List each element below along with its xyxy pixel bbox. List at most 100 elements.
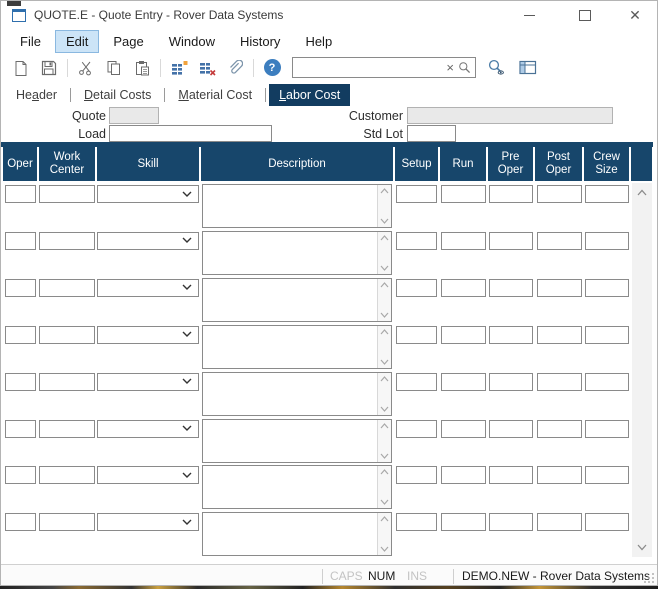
crew-size-input[interactable] <box>585 373 629 391</box>
skill-select[interactable] <box>97 326 199 344</box>
resize-grip[interactable] <box>642 571 655 584</box>
description-scrollbar[interactable] <box>377 232 391 274</box>
crew-size-input[interactable] <box>585 420 629 438</box>
description-textarea[interactable] <box>202 372 392 416</box>
skill-select[interactable] <box>97 232 199 250</box>
description-scrollbar[interactable] <box>377 326 391 368</box>
vertical-scrollbar[interactable] <box>632 183 652 557</box>
pre-oper-input[interactable] <box>489 466 533 484</box>
paste-button[interactable] <box>130 57 154 79</box>
scroll-down-icon[interactable] <box>380 406 389 412</box>
scroll-down-icon[interactable] <box>380 218 389 224</box>
oper-input[interactable] <box>5 279 36 297</box>
work-center-input[interactable] <box>39 420 95 438</box>
description-scrollbar[interactable] <box>377 279 391 321</box>
menu-file[interactable]: File <box>9 30 52 53</box>
description-textarea[interactable] <box>202 325 392 369</box>
pre-oper-input[interactable] <box>489 420 533 438</box>
setup-input[interactable] <box>396 513 437 531</box>
menu-page[interactable]: Page <box>102 30 154 53</box>
post-oper-input[interactable] <box>537 513 582 531</box>
lookup-button[interactable] <box>484 57 508 79</box>
std-lot-field[interactable] <box>407 125 456 142</box>
description-textarea[interactable] <box>202 231 392 275</box>
setup-input[interactable] <box>396 373 437 391</box>
pre-oper-input[interactable] <box>489 373 533 391</box>
scroll-up-icon[interactable] <box>380 516 389 522</box>
run-input[interactable] <box>441 232 486 250</box>
work-center-input[interactable] <box>39 326 95 344</box>
setup-input[interactable] <box>396 466 437 484</box>
oper-input[interactable] <box>5 185 36 203</box>
crew-size-input[interactable] <box>585 279 629 297</box>
scroll-up-icon[interactable] <box>380 188 389 194</box>
menu-help[interactable]: Help <box>294 30 343 53</box>
post-oper-input[interactable] <box>537 185 582 203</box>
menu-edit[interactable]: Edit <box>55 30 99 53</box>
pre-oper-input[interactable] <box>489 513 533 531</box>
oper-input[interactable] <box>5 373 36 391</box>
search-icon[interactable] <box>457 61 475 74</box>
run-input[interactable] <box>441 466 486 484</box>
menu-history[interactable]: History <box>229 30 291 53</box>
scroll-up-icon[interactable] <box>380 235 389 241</box>
setup-input[interactable] <box>396 326 437 344</box>
help-button[interactable]: ? <box>260 57 284 79</box>
scrollbar-down-icon[interactable] <box>637 544 647 551</box>
scroll-up-icon[interactable] <box>380 282 389 288</box>
run-input[interactable] <box>441 373 486 391</box>
run-input[interactable] <box>441 185 486 203</box>
run-input[interactable] <box>441 420 486 438</box>
work-center-input[interactable] <box>39 466 95 484</box>
scroll-down-icon[interactable] <box>380 265 389 271</box>
post-oper-input[interactable] <box>537 466 582 484</box>
attach-button[interactable] <box>223 57 247 79</box>
pre-oper-input[interactable] <box>489 326 533 344</box>
scroll-down-icon[interactable] <box>380 546 389 552</box>
save-button[interactable] <box>37 57 61 79</box>
crew-size-input[interactable] <box>585 513 629 531</box>
description-textarea[interactable] <box>202 512 392 556</box>
scroll-up-icon[interactable] <box>380 329 389 335</box>
post-oper-input[interactable] <box>537 420 582 438</box>
run-input[interactable] <box>441 513 486 531</box>
crew-size-input[interactable] <box>585 466 629 484</box>
work-center-input[interactable] <box>39 232 95 250</box>
description-scrollbar[interactable] <box>377 420 391 462</box>
post-oper-input[interactable] <box>537 279 582 297</box>
description-textarea[interactable] <box>202 465 392 509</box>
grid-view-button[interactable] <box>516 57 540 79</box>
setup-input[interactable] <box>396 420 437 438</box>
crew-size-input[interactable] <box>585 326 629 344</box>
setup-input[interactable] <box>396 185 437 203</box>
oper-input[interactable] <box>5 420 36 438</box>
setup-input[interactable] <box>396 279 437 297</box>
work-center-input[interactable] <box>39 373 95 391</box>
maximize-button[interactable] <box>563 1 607 29</box>
run-input[interactable] <box>441 279 486 297</box>
minimize-button[interactable] <box>507 1 551 29</box>
crew-size-input[interactable] <box>585 232 629 250</box>
scrollbar-up-icon[interactable] <box>637 189 647 196</box>
copy-button[interactable] <box>102 57 126 79</box>
skill-select[interactable] <box>97 279 199 297</box>
oper-input[interactable] <box>5 513 36 531</box>
setup-input[interactable] <box>396 232 437 250</box>
oper-input[interactable] <box>5 232 36 250</box>
post-oper-input[interactable] <box>537 373 582 391</box>
load-field[interactable] <box>109 125 272 142</box>
scroll-down-icon[interactable] <box>380 453 389 459</box>
pre-oper-input[interactable] <box>489 232 533 250</box>
description-textarea[interactable] <box>202 184 392 228</box>
scroll-down-icon[interactable] <box>380 312 389 318</box>
work-center-input[interactable] <box>39 185 95 203</box>
tab-header[interactable]: Header <box>6 84 67 106</box>
scroll-up-icon[interactable] <box>380 376 389 382</box>
post-oper-input[interactable] <box>537 232 582 250</box>
new-document-button[interactable] <box>9 57 33 79</box>
tab-detail-costs[interactable]: Detail Costs <box>74 84 161 106</box>
pre-oper-input[interactable] <box>489 279 533 297</box>
skill-select[interactable] <box>97 466 199 484</box>
scroll-down-icon[interactable] <box>380 499 389 505</box>
scroll-up-icon[interactable] <box>380 423 389 429</box>
